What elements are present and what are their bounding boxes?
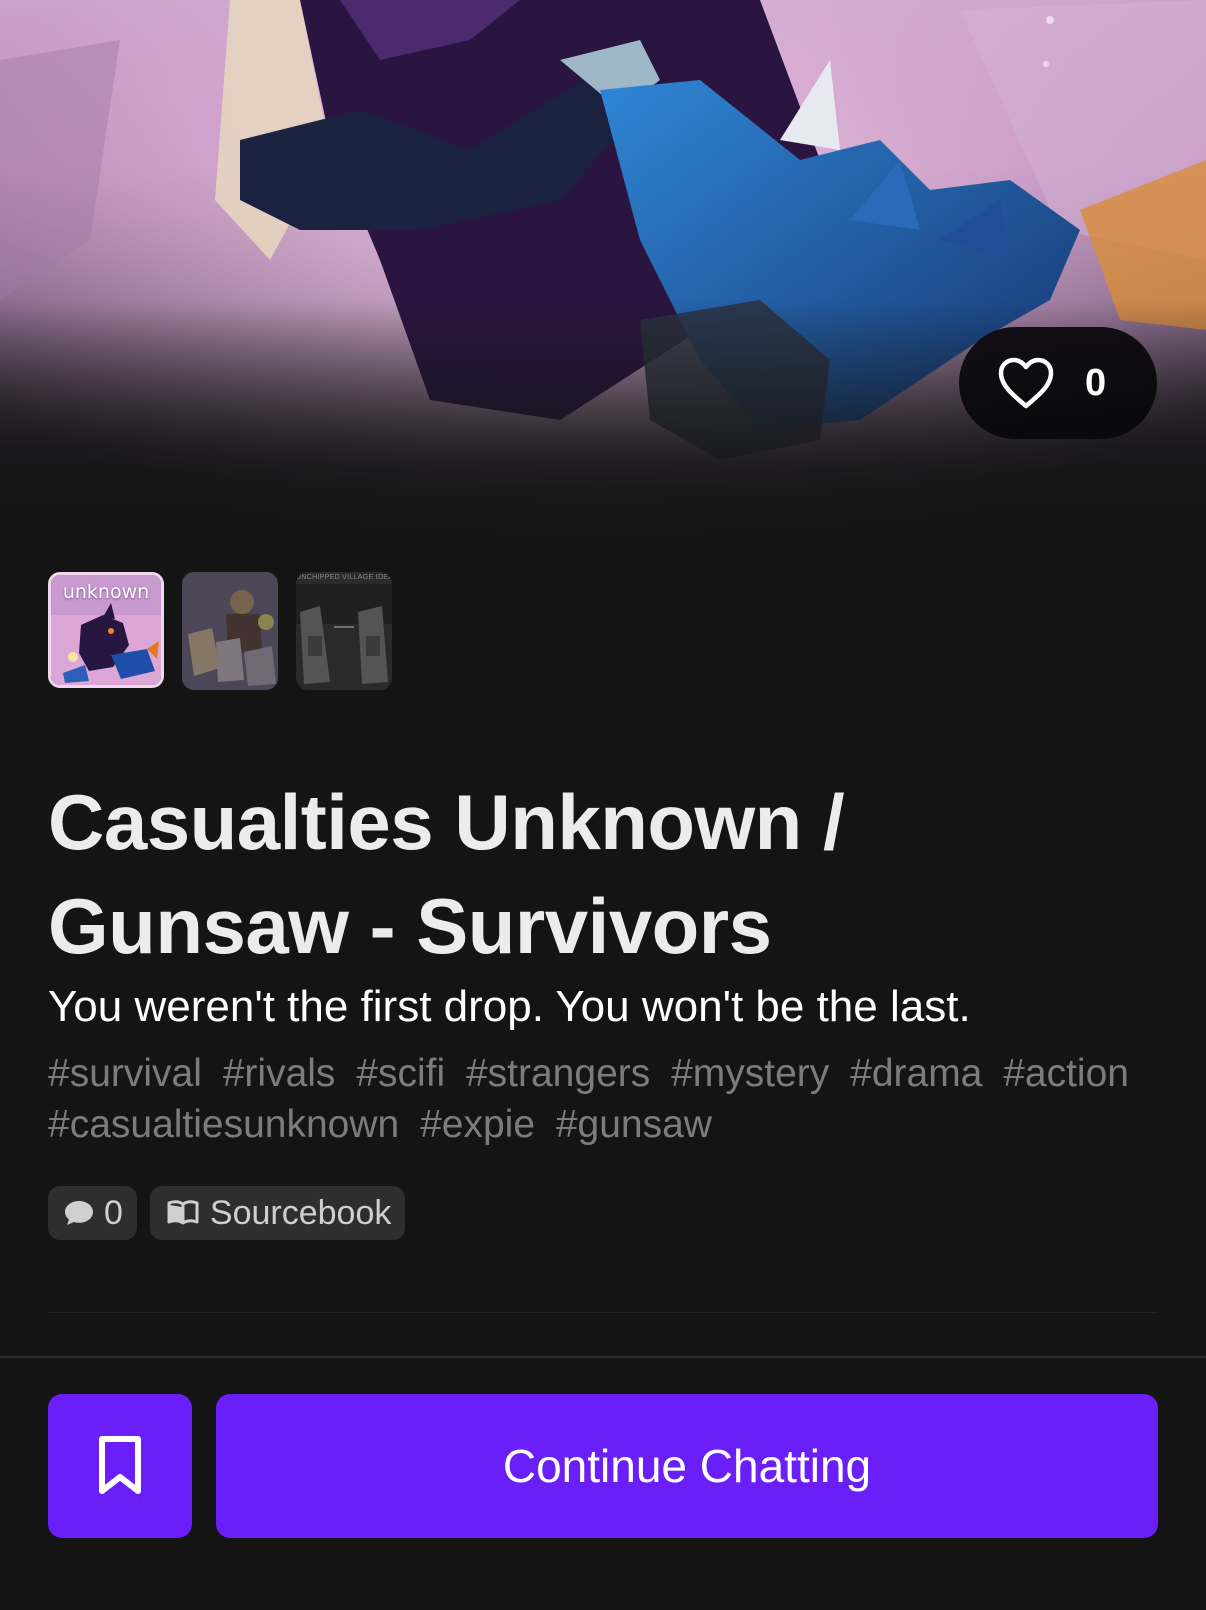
sourcebook-label: Sourcebook — [209, 1193, 392, 1232]
thumbnail-2-image — [182, 572, 278, 690]
tag[interactable]: #mystery — [671, 1052, 829, 1095]
info-chips: 0 Sourcebook — [48, 1186, 406, 1240]
heart-icon — [998, 357, 1054, 409]
thumbnail-3-image — [296, 572, 392, 690]
thumbnail-3-label: UNCHIPPED VILLAGE IDEA 9 — [296, 574, 392, 581]
continue-chatting-button[interactable]: Continue Chatting — [216, 1394, 1158, 1538]
image-thumbnails: unknown UNCHIPPED VILLAGE IDEA 9 — [48, 572, 392, 690]
tag[interactable]: #strangers — [466, 1052, 650, 1095]
thumbnail-2[interactable] — [182, 572, 278, 690]
section-divider — [48, 1312, 1158, 1313]
tag[interactable]: #survival — [48, 1052, 202, 1095]
tag[interactable]: #casualtiesunknown — [48, 1103, 399, 1146]
bookmark-icon — [99, 1436, 141, 1494]
book-open-icon — [167, 1200, 199, 1225]
character-title: Casualties Unknown / Gunsaw - Survivors — [48, 778, 845, 970]
tag[interactable]: #scifi — [356, 1052, 445, 1095]
tag[interactable]: #drama — [850, 1052, 982, 1095]
thumbnail-1-label: unknown — [62, 581, 150, 603]
comments-count: 0 — [104, 1193, 123, 1232]
tag[interactable]: #action — [1003, 1052, 1129, 1095]
thumbnail-1[interactable]: unknown — [48, 572, 164, 688]
character-tagline: You weren't the first drop. You won't be… — [48, 982, 971, 1031]
tag[interactable]: #rivals — [223, 1052, 336, 1095]
hero-image: 0 — [0, 0, 1206, 560]
thumbnail-3[interactable]: UNCHIPPED VILLAGE IDEA 9 — [296, 572, 392, 690]
bookmark-button[interactable] — [48, 1394, 192, 1538]
sourcebook-chip[interactable]: Sourcebook — [149, 1186, 406, 1240]
like-count: 0 — [1085, 361, 1107, 404]
tag-list: #survival #rivals #scifi #strangers #mys… — [48, 1048, 1148, 1150]
tag[interactable]: #expie — [420, 1103, 535, 1146]
comments-chip[interactable]: 0 — [48, 1186, 137, 1240]
speech-bubble-icon — [65, 1201, 93, 1225]
like-button[interactable]: 0 — [959, 327, 1157, 439]
tag[interactable]: #gunsaw — [556, 1103, 712, 1146]
